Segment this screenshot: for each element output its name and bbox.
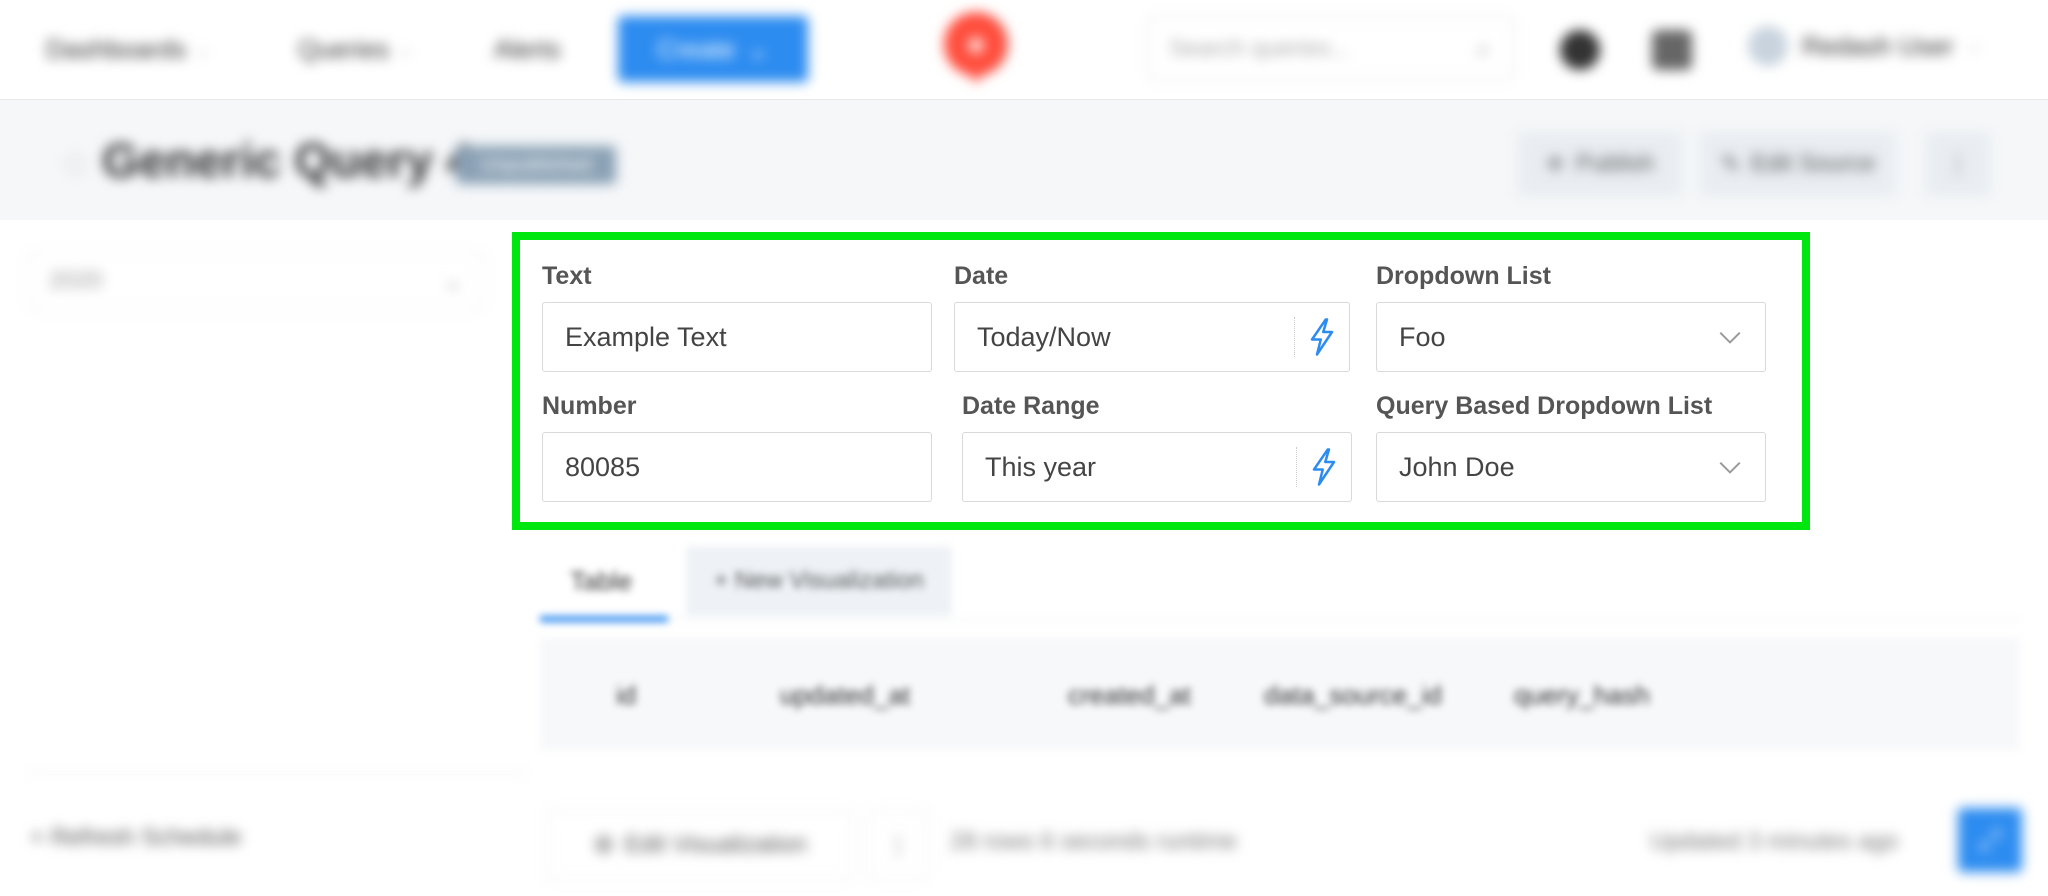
param-daterange-value: This year (985, 451, 1097, 482)
table-header: id updated_at created_at data_source_id … (540, 638, 2020, 750)
refresh-label: Refresh Schedule (50, 824, 242, 851)
user-menu[interactable]: Redash User ⌄ (1748, 26, 1981, 66)
chevron-down-icon (1719, 331, 1741, 344)
param-querydropdown-select[interactable]: John Doe (1376, 432, 1766, 502)
rows-info: 28 rows 6 seconds runtime (950, 828, 1237, 855)
visualization-tabs: Table + New Visualization (540, 546, 2020, 622)
column-header[interactable]: data_source_id (1264, 680, 1442, 711)
refresh-schedule-link[interactable]: + Refresh Schedule (30, 824, 241, 852)
more-button[interactable]: ⋮ (1926, 132, 1990, 196)
active-tab-indicator (540, 616, 668, 622)
user-name: Redash User (1802, 30, 1954, 61)
chevron-down-icon (1719, 461, 1741, 474)
parameters-panel: Text Example Text Date Today/Now Dropdow… (512, 232, 1810, 530)
nav-dashboards[interactable]: Dashboards ⌄ (46, 34, 210, 65)
edit-visualization-label: Edit Visualization (624, 831, 807, 858)
top-nav: Dashboards ⌄ Queries ⌄ Alerts Create ⌄ ◉… (0, 0, 2048, 100)
param-text-input[interactable]: Example Text (542, 302, 932, 372)
nav-queries[interactable]: Queries ⌄ (298, 34, 412, 65)
search-icon: ⌕ (1476, 33, 1491, 63)
column-header[interactable]: updated_at (780, 680, 910, 711)
settings-icon: ⚙ (593, 831, 615, 859)
param-daterange-label: Date Range (962, 392, 1100, 420)
more-icon: ⋮ (886, 831, 910, 859)
create-button[interactable]: Create ⌄ (618, 16, 808, 82)
param-querydropdown-value: John Doe (1399, 451, 1515, 482)
paper-plane-icon: ✈ (1545, 150, 1566, 178)
expand-button[interactable]: ⤢ (1958, 808, 2022, 872)
param-dropdown-value: Foo (1399, 321, 1446, 352)
chevron-down-icon: ⌄ (196, 41, 210, 59)
param-text-label: Text (542, 262, 592, 290)
settings-icon[interactable] (1652, 30, 1692, 70)
nav-alerts-label: Alerts (494, 34, 561, 64)
nav-alerts[interactable]: Alerts (494, 34, 560, 65)
status-badge: Unpublished (456, 146, 616, 184)
param-daterange-input[interactable]: This year (962, 432, 1352, 502)
chevron-down-icon: ⌄ (399, 41, 413, 59)
schedule-value: 2020 (49, 267, 103, 294)
param-date-label: Date (954, 262, 1009, 290)
edit-source-label: Edit Source (1751, 150, 1876, 177)
more-button[interactable]: ⋮ (868, 810, 928, 880)
column-header[interactable]: query_hash (1514, 680, 1650, 711)
search-input[interactable]: Search queries... ⌕ (1148, 16, 1514, 80)
schedule-select[interactable]: 2020 ⌄ (28, 252, 484, 310)
divider (1294, 317, 1295, 357)
create-label: Create (657, 33, 736, 64)
tab-table[interactable]: Table (570, 566, 632, 597)
expand-icon: ⤢ (1978, 823, 2002, 855)
param-dropdown-label: Dropdown List (1376, 262, 1551, 290)
plus-icon: + (30, 824, 51, 851)
column-header[interactable]: id (616, 680, 636, 711)
updated-info: Updated 3 minutes ago (1650, 828, 1899, 855)
chevron-down-icon: ⌄ (747, 33, 769, 64)
pencil-icon: ✎ (1720, 150, 1742, 178)
search-placeholder: Search queries... (1169, 35, 1351, 62)
publish-button[interactable]: ✈ Publish (1518, 132, 1682, 196)
page-title[interactable]: Generic Query 4 (102, 134, 473, 189)
column-header[interactable]: created_at (1068, 680, 1191, 711)
lightning-icon[interactable] (1307, 317, 1337, 357)
edit-visualization-button[interactable]: ⚙ Edit Visualization (546, 810, 854, 880)
chevron-down-icon: ⌄ (442, 267, 463, 295)
param-date-value: Today/Now (977, 321, 1111, 352)
param-querydropdown-label: Query Based Dropdown List (1376, 392, 1713, 420)
lightning-icon[interactable] (1309, 447, 1339, 487)
nav-queries-label: Queries (298, 34, 390, 64)
param-text-value: Example Text (565, 321, 727, 352)
divider (28, 772, 528, 774)
nav-dashboards-label: Dashboards (46, 34, 187, 64)
tab-new-visualization[interactable]: + New Visualization (686, 546, 952, 616)
param-dropdown-select[interactable]: Foo (1376, 302, 1766, 372)
param-date-input[interactable]: Today/Now (954, 302, 1350, 372)
publish-label: Publish (1575, 150, 1655, 177)
chevron-down-icon: ⌄ (1967, 38, 1982, 55)
avatar (1748, 26, 1788, 66)
star-icon[interactable]: ☆ (60, 144, 90, 184)
divider (1296, 447, 1297, 487)
param-number-input[interactable]: 80085 (542, 432, 932, 502)
edit-source-button[interactable]: ✎ Edit Source (1700, 132, 1896, 196)
help-icon[interactable] (1560, 30, 1600, 70)
param-number-label: Number (542, 392, 637, 420)
more-icon: ⋮ (1946, 150, 1970, 178)
param-number-value: 80085 (565, 451, 641, 482)
